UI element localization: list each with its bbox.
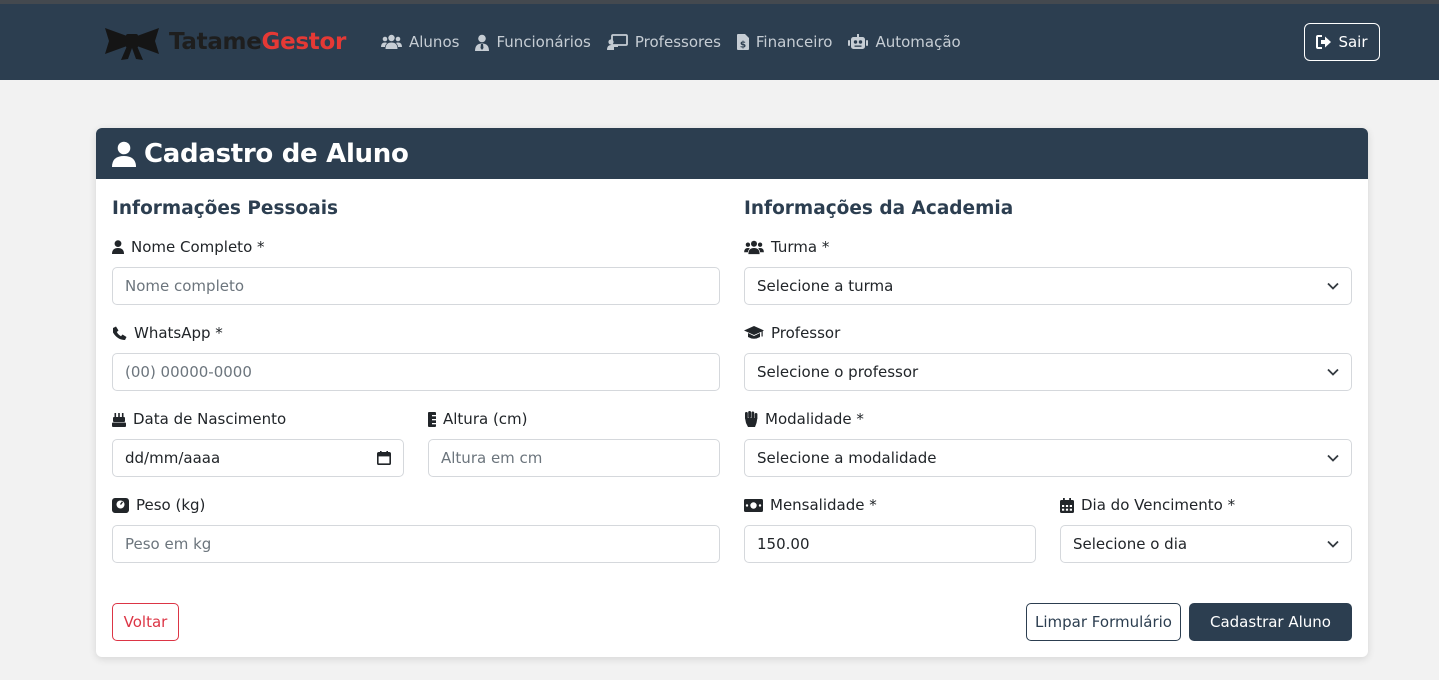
ruler-icon [428,411,436,427]
logout-button[interactable]: Sair [1304,23,1380,61]
sign-out-icon [1316,35,1332,49]
calendar-icon[interactable] [377,451,391,465]
label-name: Nome Completo * [112,238,265,256]
main-nav: Alunos Funcionários Professores $ Financ… [381,30,977,54]
user-icon [112,240,124,254]
due-day-select[interactable]: Selecione o dia [1060,525,1352,563]
birthday-cake-icon [112,412,126,427]
svg-text:$: $ [740,41,746,51]
nav-label: Automação [875,33,961,51]
label-due-day: Dia do Vencimento * [1060,496,1235,514]
weight-scale-icon [112,497,129,513]
chevron-down-icon [1327,540,1339,548]
chevron-down-icon [1327,368,1339,376]
calendar-icon [1060,497,1074,513]
nav-label: Funcionários [496,33,591,51]
user-tie-icon [475,34,490,51]
brand-name-part2: Gestor [261,29,347,55]
phone-icon [113,326,127,340]
fist-raised-icon [745,411,758,427]
nav-item-professores[interactable]: Professores [606,33,721,51]
label-modality: Modalidade * [744,410,864,428]
label-class: Turma * [744,238,829,256]
chevron-down-icon [1327,454,1339,462]
invoice-dollar-icon: $ [736,34,749,51]
clear-form-button[interactable]: Limpar Formulário [1026,603,1181,641]
label-height: Altura (cm) [428,410,528,428]
fee-input[interactable]: 150.00 [744,525,1036,563]
student-form-card: Cadastro de Aluno Informações Pessoais N… [96,128,1368,657]
back-button[interactable]: Voltar [112,603,179,641]
label-teacher: Professor [744,324,840,342]
teacher-select[interactable]: Selecione o professor [744,353,1352,391]
height-input[interactable]: Altura em cm [428,439,720,477]
submit-button[interactable]: Cadastrar Aluno [1189,603,1352,641]
nav-item-funcionarios[interactable]: Funcionários [475,33,591,51]
section-title-personal: Informações Pessoais [112,198,339,219]
karate-belt-icon [105,28,159,60]
modality-select[interactable]: Selecione a modalidade [744,439,1352,477]
users-icon [381,34,402,49]
label-birth-date: Data de Nascimento [112,410,286,428]
nav-label: Financeiro [755,33,833,51]
money-bill-icon [744,498,763,512]
logout-label: Sair [1338,33,1368,51]
page-title: Cadastro de Aluno [144,138,409,169]
nav-label: Alunos [409,33,460,51]
label-fee: Mensalidade * [744,496,877,514]
name-input[interactable]: Nome completo [112,267,720,305]
class-select[interactable]: Selecione a turma [744,267,1352,305]
user-icon [112,141,136,167]
graduation-cap-icon [744,326,764,339]
users-icon [744,240,764,254]
nav-item-financeiro[interactable]: $ Financeiro [736,33,833,51]
brand-name-part1: Tatame [169,29,262,55]
nav-label: Professores [634,33,721,51]
whatsapp-input[interactable]: (00) 00000-0000 [112,353,720,391]
chalkboard-teacher-icon [606,34,628,50]
robot-icon [848,34,869,49]
navbar: TatameGestor Alunos Funcionários Profess… [0,4,1439,80]
section-title-academy: Informações da Academia [744,198,1014,219]
label-whatsapp: WhatsApp * [112,324,223,342]
label-weight: Peso (kg) [112,496,205,514]
nav-item-alunos[interactable]: Alunos [381,33,459,51]
card-header: Cadastro de Aluno [96,128,1368,179]
chevron-down-icon [1327,282,1339,290]
birth-date-input[interactable]: dd/mm/aaaa [112,439,404,477]
brand-logo[interactable]: TatameGestor [103,22,346,62]
nav-item-automacao[interactable]: Automação [848,33,961,51]
weight-input[interactable]: Peso em kg [112,525,720,563]
